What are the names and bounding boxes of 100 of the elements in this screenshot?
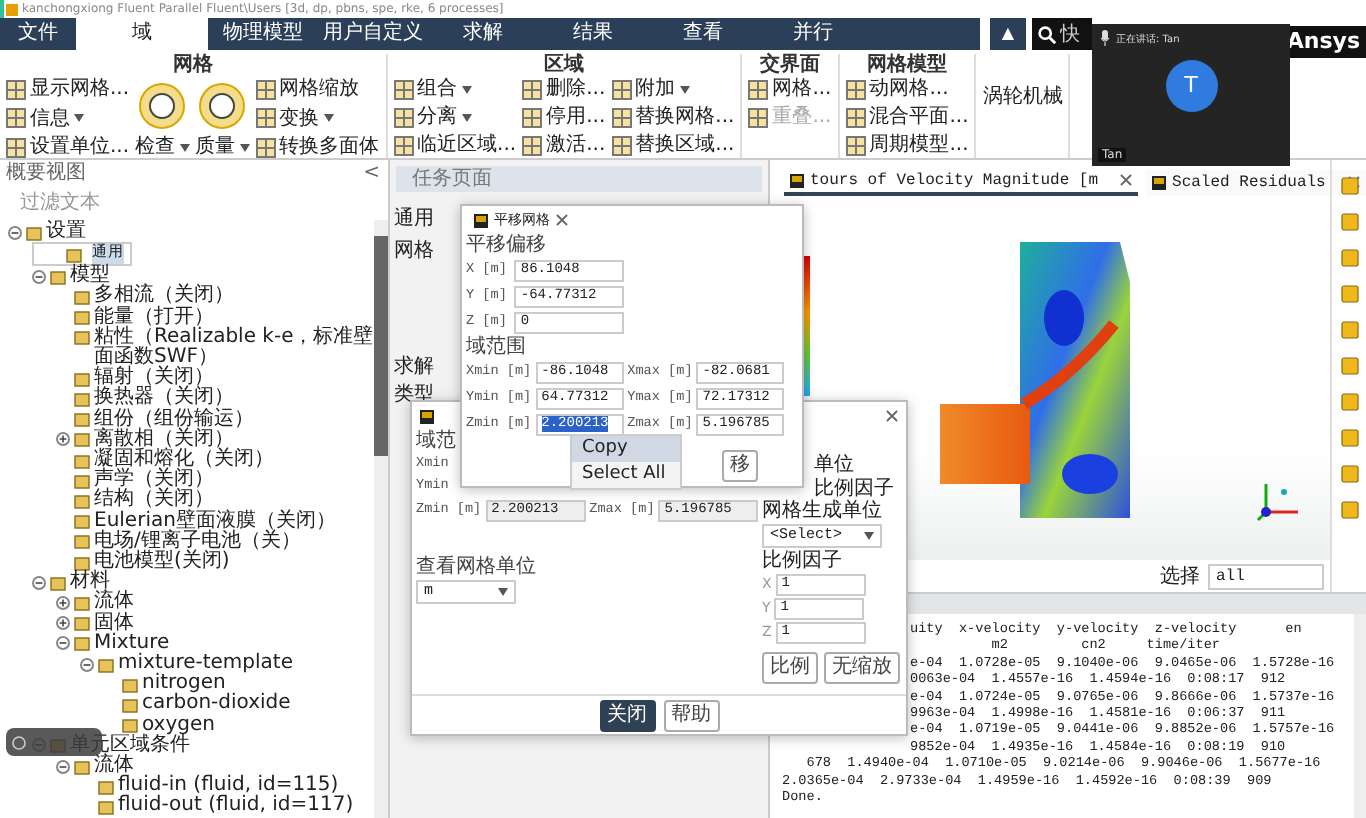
ribbon-button[interactable]: 替换区域... [611, 132, 735, 158]
ribbon-tab[interactable]: 并行 [758, 18, 868, 50]
tree-item[interactable]: 能量（打开） [56, 307, 214, 328]
tree-item[interactable]: 流体 [56, 756, 134, 777]
ribbon-button[interactable]: 信息 [6, 105, 130, 131]
option-label: 单位 [814, 454, 854, 477]
tree-item[interactable]: 设置 [8, 222, 86, 243]
scrollbar[interactable] [374, 220, 388, 818]
tree-item[interactable]: carbon-dioxide [104, 694, 291, 716]
ribbon-button[interactable]: 网格缩放 [255, 76, 380, 102]
tree-item[interactable]: 结构（关闭） [56, 490, 214, 512]
app-icon [6, 3, 18, 15]
ribbon-tab[interactable]: 查看 [648, 18, 758, 50]
group-label: 域范 [416, 430, 456, 454]
search-field[interactable]: 快 [1032, 18, 1092, 50]
dialog-button[interactable]: 移 [722, 450, 758, 482]
collapse-icon[interactable] [80, 657, 94, 672]
ribbon-button[interactable]: 停用... [522, 104, 606, 130]
collapse-button[interactable]: < [363, 162, 380, 186]
badge-icon [138, 82, 187, 130]
graphics-tab[interactable]: tours of Velocity Magnitude [m [784, 169, 1139, 195]
ribbon-button[interactable]: 激活... [522, 132, 606, 158]
ribbon-tab[interactable]: 结果 [538, 18, 648, 50]
ribbon-button[interactable]: 涡轮机械 [982, 54, 1063, 110]
ribbon-button[interactable]: 混合平面... [845, 104, 969, 130]
panel-title: 任务页面 [412, 168, 492, 190]
ribbon-button[interactable]: 分离 [393, 104, 517, 130]
scrollbar[interactable] [1354, 614, 1366, 818]
ribbon-button[interactable]: 动网格... [845, 76, 969, 102]
tree-item[interactable]: 固体 [56, 613, 134, 634]
ribbon-button[interactable]: 删除... [522, 76, 606, 102]
ribbon-button[interactable]: 检查 [135, 76, 190, 160]
collapse-icon[interactable] [32, 575, 46, 590]
tree-item[interactable]: nitrogen [104, 674, 226, 695]
section-label: 通用 [394, 208, 434, 232]
ribbon-button[interactable]: 附加 [611, 76, 735, 102]
ribbon-button[interactable]: 转换多面体 [255, 134, 380, 160]
group-title: 网格模型 [867, 54, 947, 76]
expand-icon[interactable] [56, 595, 70, 610]
ribbon-button[interactable]: 网格... [748, 76, 832, 102]
ribbon-tab[interactable]: 用户自定义 [318, 18, 428, 50]
collapse-icon[interactable] [56, 636, 70, 651]
grid-icon [522, 107, 543, 127]
collapse-button[interactable]: ▲ [990, 18, 1026, 50]
ribbon-button[interactable]: 变换 [255, 105, 380, 131]
grid-icon [6, 79, 26, 99]
tree-item[interactable]: Mixture [56, 633, 170, 655]
select-field[interactable]: all [1208, 563, 1324, 589]
caret-icon [461, 113, 472, 121]
collapse-icon[interactable] [8, 225, 22, 239]
ribbon-button[interactable]: 临近区域... [393, 132, 517, 158]
tree-item[interactable]: oxygen [104, 715, 215, 736]
field-label: 比例因子 [762, 549, 842, 572]
ribbon-button[interactable]: 组合 [393, 76, 517, 102]
menu-item[interactable]: Copy [572, 436, 680, 462]
ribbon-tab[interactable]: 求解 [428, 18, 538, 50]
caret-icon [498, 588, 508, 596]
grid-icon [845, 135, 866, 155]
menu-item[interactable]: Select All [572, 462, 680, 488]
tree-item[interactable]: 多相流（关闭） [56, 286, 234, 308]
dialog-button[interactable]: 帮助 [663, 699, 719, 731]
panel-title: 概要视图 [6, 162, 86, 186]
tree-item[interactable]: 组份（组份输运） [56, 409, 254, 430]
expand-icon[interactable] [56, 616, 70, 631]
ribbon-button[interactable]: 替换网格... [611, 104, 735, 130]
grid-icon [845, 79, 866, 99]
ribbon-button[interactable]: 显示网格... [6, 76, 130, 102]
ribbon-button[interactable]: 周期模型... [845, 132, 969, 158]
grid-icon [748, 107, 769, 127]
item-icon [26, 225, 42, 241]
dialog-button[interactable]: 关闭 [599, 699, 655, 731]
group-title: 交界面 [759, 54, 820, 76]
ribbon-tab[interactable]: 物理模型 [208, 18, 318, 50]
grid-icon [522, 135, 543, 155]
caret-icon [323, 114, 334, 122]
tree-item[interactable]: mixture-template [80, 654, 293, 675]
ribbon-button[interactable]: 设置单位... [6, 134, 130, 160]
section-label: 网格 [394, 240, 434, 264]
collapse-icon[interactable] [56, 759, 70, 774]
dialog-button[interactable]: 无缩放 [824, 652, 900, 684]
tree-item[interactable]: 流体 [56, 592, 134, 614]
caret-icon [864, 531, 874, 539]
expand-icon[interactable] [56, 432, 70, 447]
dialog-button[interactable]: 比例 [762, 652, 818, 684]
collapse-icon[interactable] [32, 269, 46, 284]
grid-icon [611, 107, 632, 127]
tree-item[interactable]: fluid-in (fluid, id=115) [80, 776, 339, 797]
group-title: 网格 [172, 54, 213, 76]
search-icon[interactable] [1038, 26, 1056, 44]
tree-item[interactable]: 模型 [32, 266, 110, 287]
grid-icon [255, 79, 276, 99]
tree-item[interactable]: 换热器（关闭） [56, 388, 234, 410]
tree-item[interactable]: fluid-out (fluid, id=117) [80, 796, 354, 818]
window-icon [1152, 175, 1167, 189]
section-label: 求解 [394, 356, 434, 380]
graphics-tab[interactable]: Scaled Residuals [1146, 169, 1366, 195]
tree-item[interactable]: Eulerian壁面液膜（关闭） [56, 511, 336, 532]
group-label: 平移偏移 [466, 234, 546, 258]
ribbon-tab[interactable]: 域 [76, 18, 208, 50]
ribbon-button[interactable]: 质量 [195, 76, 250, 160]
